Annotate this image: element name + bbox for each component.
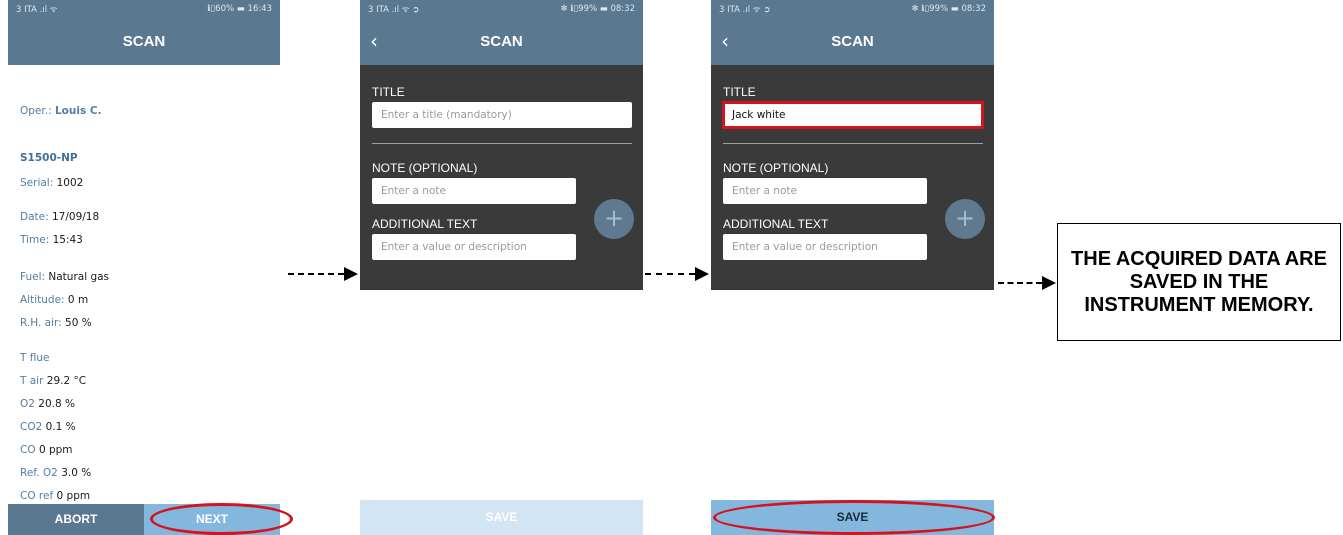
operator-value: Louis C. bbox=[54, 105, 102, 117]
instrument-model: S1500-NP bbox=[20, 152, 78, 164]
action-bar: ABORT NEXT bbox=[8, 504, 280, 535]
next-button[interactable]: NEXT bbox=[144, 504, 280, 535]
arrow-head bbox=[695, 267, 709, 281]
additional-text-label: ADDITIONAL TEXT bbox=[723, 217, 829, 231]
status-left: 3 ITA .ıl ᯤ ➲ bbox=[368, 5, 420, 15]
status-left: 3 ITA .ıl ᯤ ➲ bbox=[719, 5, 771, 15]
tair-label: T air bbox=[20, 375, 44, 387]
save-button[interactable]: SAVE bbox=[711, 500, 994, 535]
status-bar: 3 ITA .ıl ᯤ ℹ▯60% ▬ 16:43 bbox=[8, 0, 280, 18]
serial-value: 1002 bbox=[56, 177, 84, 189]
scan-summary-screen: 3 ITA .ıl ᯤ ℹ▯60% ▬ 16:43 SCAN Oper.: Lo… bbox=[8, 0, 280, 535]
scan-form: TITLE Jack white NOTE (OPTIONAL) Enter a… bbox=[711, 65, 994, 290]
arrow-shaft bbox=[645, 273, 695, 275]
note-label: NOTE (OPTIONAL) bbox=[372, 161, 478, 175]
ref-o2-row: Ref. O2 3.0 % bbox=[20, 467, 91, 479]
serial-row: Serial: 1002 bbox=[20, 177, 83, 189]
abort-button[interactable]: ABORT bbox=[8, 504, 144, 535]
rh-label: R.H. air: bbox=[20, 317, 62, 329]
saved-note-box: THE ACQUIRED DATA ARE SAVED IN THE INSTR… bbox=[1057, 223, 1341, 341]
add-icon[interactable]: + bbox=[945, 199, 985, 239]
scan-title-filled-screen: 3 ITA .ıl ᯤ ➲ ✻ ℹ▯99% ▬ 08:32 ‹ SCAN TIT… bbox=[711, 0, 994, 535]
time-label: Time: bbox=[20, 234, 50, 246]
co-ref-value: 0 ppm bbox=[56, 490, 91, 502]
page-title: SCAN bbox=[122, 33, 166, 50]
status-right: ✻ ℹ▯99% ▬ 08:32 bbox=[560, 4, 635, 14]
o2-label: O2 bbox=[20, 398, 35, 410]
tair-value: 29.2 °C bbox=[46, 375, 87, 387]
scan-details[interactable]: Oper.: Louis C. S1500-NP Serial: 1002 Da… bbox=[8, 65, 280, 504]
scan-title-empty-screen: 3 ITA .ıl ᯤ ➲ ✻ ℹ▯99% ▬ 08:32 ‹ SCAN TIT… bbox=[360, 0, 643, 535]
tair-row: T air 29.2 °C bbox=[20, 375, 86, 387]
co-ref-label: CO ref bbox=[20, 490, 54, 502]
arrow-shaft bbox=[288, 273, 344, 275]
status-bar: 3 ITA .ıl ᯤ ➲ ✻ ℹ▯99% ▬ 08:32 bbox=[711, 0, 994, 18]
fuel-row: Fuel: Natural gas bbox=[20, 271, 109, 283]
arrow-head bbox=[344, 267, 358, 281]
altitude-row: Altitude: 0 m bbox=[20, 294, 88, 306]
fuel-label: Fuel: bbox=[20, 271, 46, 283]
serial-label: Serial: bbox=[20, 177, 54, 189]
status-left: 3 ITA .ıl ᯤ bbox=[16, 5, 58, 15]
form-divider bbox=[723, 143, 983, 144]
scan-form: TITLE Enter a title (mandatory) NOTE (OP… bbox=[360, 65, 643, 290]
flow-arrow-2 bbox=[645, 267, 709, 281]
co-label: CO bbox=[20, 444, 36, 456]
co2-label: CO2 bbox=[20, 421, 43, 433]
status-right: ✻ ℹ▯99% ▬ 08:32 bbox=[911, 4, 986, 14]
note-input[interactable]: Enter a note bbox=[372, 178, 576, 204]
co-ref-row: CO ref 0 ppm bbox=[20, 490, 90, 502]
additional-text-input[interactable]: Enter a value or description bbox=[372, 234, 576, 260]
additional-text-input[interactable]: Enter a value or description bbox=[723, 234, 927, 260]
title-input[interactable]: Jack white bbox=[723, 102, 983, 128]
fuel-value: Natural gas bbox=[48, 271, 110, 283]
app-bar: ‹ SCAN bbox=[711, 18, 994, 65]
add-icon[interactable]: + bbox=[594, 199, 634, 239]
operator-row: Oper.: Louis C. bbox=[20, 105, 102, 117]
status-right: ℹ▯60% ▬ 16:43 bbox=[207, 4, 272, 14]
time-value: 15:43 bbox=[52, 234, 83, 246]
arrow-head bbox=[1042, 276, 1056, 290]
ref-o2-label: Ref. O2 bbox=[20, 467, 58, 479]
co-value: 0 ppm bbox=[38, 444, 73, 456]
app-bar: SCAN bbox=[8, 18, 280, 65]
flow-arrow-3 bbox=[998, 276, 1056, 290]
arrow-shaft bbox=[998, 282, 1042, 284]
ref-o2-value: 3.0 % bbox=[61, 467, 92, 479]
date-value: 17/09/18 bbox=[51, 211, 100, 223]
co2-row: CO2 0.1 % bbox=[20, 421, 76, 433]
o2-row: O2 20.8 % bbox=[20, 398, 75, 410]
title-input[interactable]: Enter a title (mandatory) bbox=[372, 102, 632, 128]
rh-value: 50 % bbox=[65, 317, 92, 329]
form-divider bbox=[372, 143, 632, 144]
saved-note-text: THE ACQUIRED DATA ARE SAVED IN THE INSTR… bbox=[1071, 247, 1327, 316]
time-row: Time: 15:43 bbox=[20, 234, 83, 246]
date-row: Date: 17/09/18 bbox=[20, 211, 99, 223]
title-label: TITLE bbox=[723, 85, 756, 99]
flow-arrow-1 bbox=[288, 267, 358, 281]
page-title: SCAN bbox=[831, 33, 874, 50]
title-label: TITLE bbox=[372, 85, 405, 99]
altitude-label: Altitude: bbox=[20, 294, 65, 306]
additional-text-label: ADDITIONAL TEXT bbox=[372, 217, 478, 231]
date-label: Date: bbox=[20, 211, 49, 223]
tflue-label: T flue bbox=[20, 352, 50, 364]
tflue-row: T flue bbox=[20, 352, 49, 364]
note-label: NOTE (OPTIONAL) bbox=[723, 161, 829, 175]
altitude-value: 0 m bbox=[67, 294, 89, 306]
o2-value: 20.8 % bbox=[38, 398, 75, 410]
co2-value: 0.1 % bbox=[45, 421, 76, 433]
save-button-disabled: SAVE bbox=[360, 500, 643, 535]
app-bar: ‹ SCAN bbox=[360, 18, 643, 65]
note-input[interactable]: Enter a note bbox=[723, 178, 927, 204]
status-bar: 3 ITA .ıl ᯤ ➲ ✻ ℹ▯99% ▬ 08:32 bbox=[360, 0, 643, 18]
operator-label: Oper.: bbox=[20, 105, 52, 117]
page-title: SCAN bbox=[480, 33, 523, 50]
co-row: CO 0 ppm bbox=[20, 444, 73, 456]
rh-row: R.H. air: 50 % bbox=[20, 317, 92, 329]
